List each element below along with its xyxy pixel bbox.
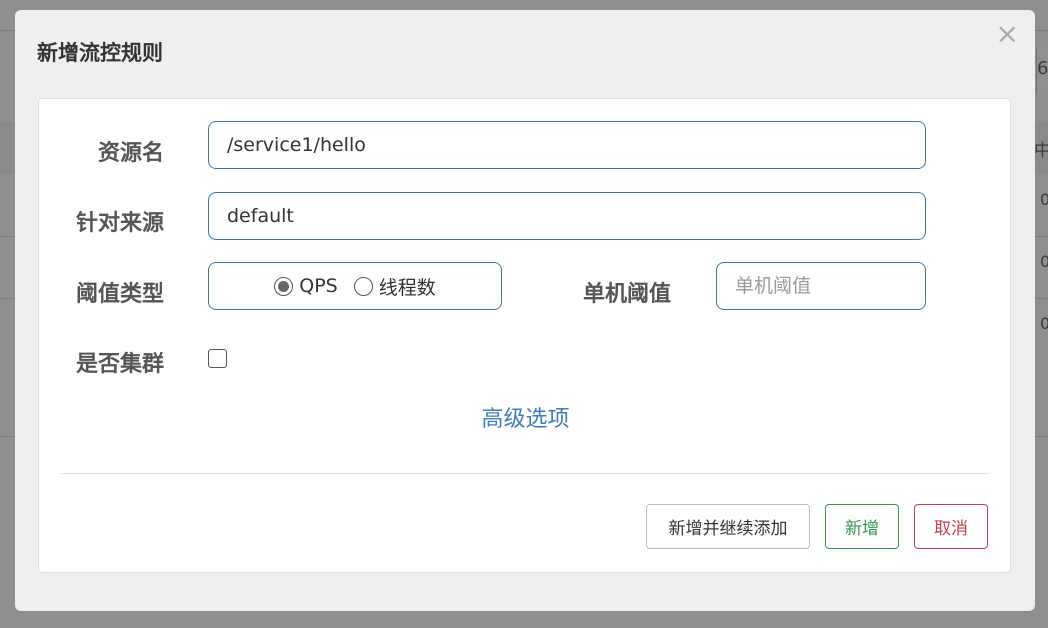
radio-checked-icon[interactable] — [274, 276, 294, 296]
background-tab: 68 — [1036, 48, 1048, 94]
resource-name-input[interactable] — [208, 121, 926, 169]
background-cell: 0 — [1040, 190, 1048, 209]
radio-option-qps[interactable]: QPS — [274, 275, 338, 297]
background-tab-label: 68 — [1037, 58, 1048, 79]
footer-divider — [61, 473, 989, 474]
single-threshold-label: 单机阈值 — [582, 282, 671, 307]
origin-label: 针对来源 — [75, 211, 164, 236]
add-and-continue-button[interactable]: 新增并继续添加 — [646, 504, 810, 549]
cluster-label: 是否集群 — [75, 352, 164, 377]
close-icon[interactable]: × — [996, 20, 1019, 48]
radio-option-label: QPS — [299, 275, 338, 297]
radio-option-label: 线程数 — [378, 276, 436, 299]
single-threshold-input[interactable] — [716, 262, 926, 310]
radio-unchecked-icon[interactable] — [353, 276, 373, 296]
cluster-checkbox[interactable] — [208, 349, 227, 368]
form-panel: 资源名 针对来源 阈值类型 QPS 线程数 单机阈值 是否集群 高级选项 新增并… — [38, 98, 1011, 573]
background-cell: 0 — [1040, 252, 1048, 271]
background-column-header: 中 — [1034, 141, 1048, 161]
radio-option-threads[interactable]: 线程数 — [353, 273, 436, 300]
add-flow-rule-dialog: 新增流控规则 × 资源名 针对来源 阈值类型 QPS 线程数 单机阈值 是否集群… — [15, 10, 1035, 611]
threshold-type-radio-group: QPS 线程数 — [208, 262, 502, 310]
add-button[interactable]: 新增 — [825, 504, 899, 549]
resource-name-label: 资源名 — [97, 141, 164, 166]
cancel-button[interactable]: 取消 — [914, 504, 988, 549]
background-cell: 0 — [1040, 314, 1048, 333]
dialog-title: 新增流控规则 — [37, 41, 163, 65]
threshold-type-label: 阈值类型 — [75, 282, 164, 307]
advanced-options-link[interactable]: 高级选项 — [39, 401, 1012, 433]
origin-input[interactable] — [208, 192, 926, 240]
